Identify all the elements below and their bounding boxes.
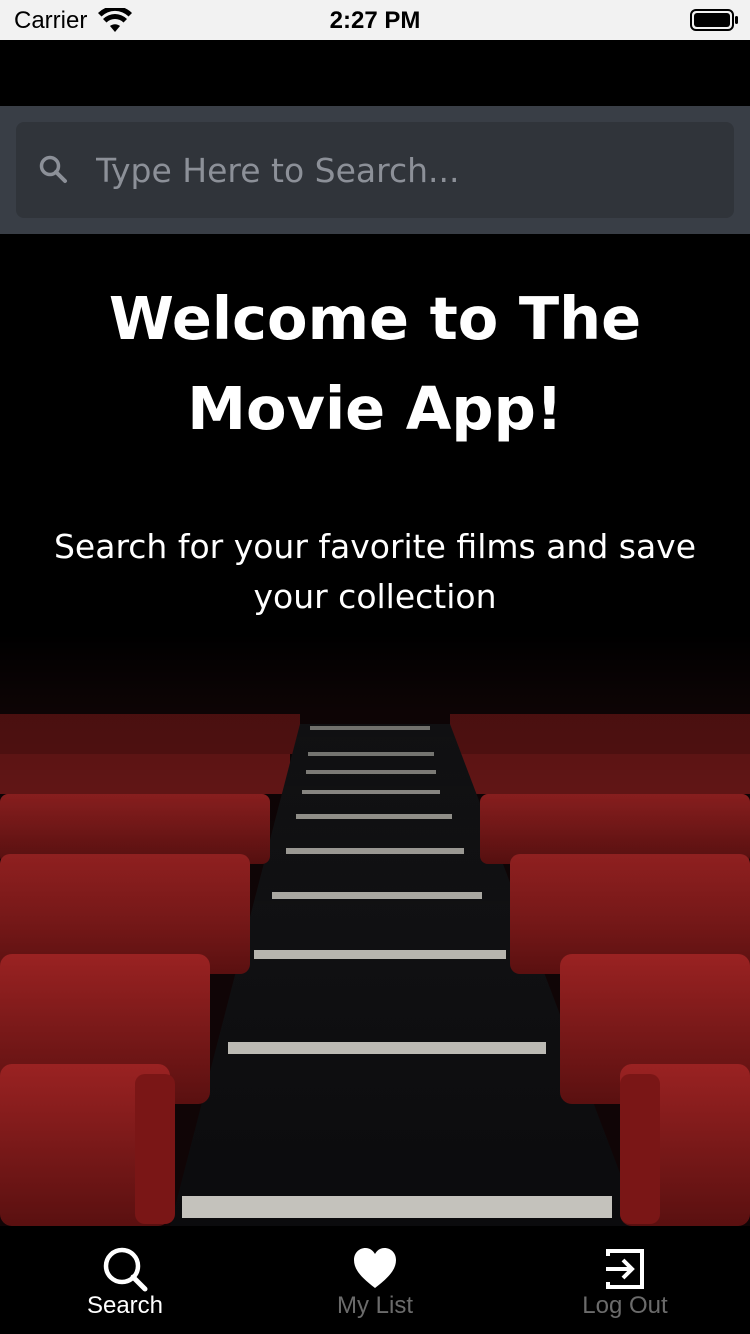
tab-label: Log Out	[582, 1292, 668, 1319]
tab-label: Search	[86, 1292, 164, 1319]
welcome-subtitle: Search for your favorite films and save …	[53, 527, 697, 616]
battery-icon	[690, 9, 738, 31]
clock: 2:27 PM	[329, 7, 421, 34]
header-spacer	[0, 40, 750, 106]
tab-label: My List	[336, 1292, 413, 1319]
search-icon	[103, 1247, 148, 1292]
search-icon	[39, 155, 67, 183]
tab-search[interactable]: Search	[0, 1226, 250, 1334]
theater-seats-stairs-image	[0, 634, 750, 1226]
search-bar	[0, 106, 750, 234]
tab-bar: Search My List Log Out	[0, 1226, 750, 1334]
heart-icon	[354, 1248, 396, 1288]
search-input[interactable]	[96, 122, 716, 218]
status-bar: Carrier 2:27 PM	[0, 0, 750, 40]
logout-icon	[606, 1249, 644, 1289]
tab-log-out[interactable]: Log Out	[500, 1226, 750, 1334]
search-field[interactable]	[16, 122, 734, 218]
tab-my-list[interactable]: My List	[250, 1226, 500, 1334]
welcome-title: Welcome to The Movie App!	[108, 284, 642, 443]
welcome-hero: Welcome to The Movie App! Search for you…	[0, 234, 750, 1226]
